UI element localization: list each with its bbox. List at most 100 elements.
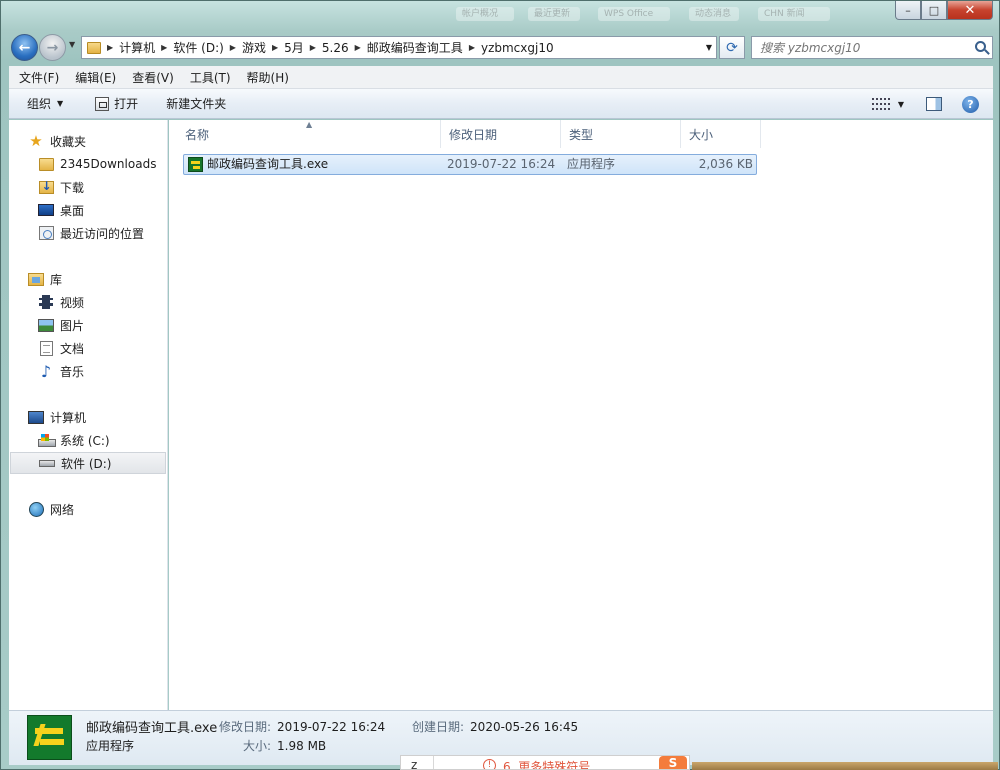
nav-item-drive-d[interactable]: 软件 (D:) xyxy=(10,452,166,474)
menu-edit[interactable]: 编辑(E) xyxy=(65,69,122,86)
nav-item-2345downloads[interactable]: 2345Downloads xyxy=(9,153,167,175)
china-post-app-icon xyxy=(27,715,72,760)
nav-label: 网络 xyxy=(50,502,75,517)
nav-label: 2345Downloads xyxy=(60,157,157,171)
breadcrumb-games[interactable]: 游戏 xyxy=(242,39,266,56)
details-size: 大小: 1.98 MB xyxy=(243,737,326,754)
nav-item-desktop[interactable]: 桌面 xyxy=(9,199,167,221)
nav-computer[interactable]: 计算机 xyxy=(9,406,167,428)
breadcrumb-computer[interactable]: 计算机 xyxy=(119,39,155,56)
forward-button[interactable]: → xyxy=(39,34,66,61)
help-icon[interactable]: ? xyxy=(962,95,979,113)
chevron-right-icon[interactable]: ▶ xyxy=(469,43,475,52)
refresh-icon: ⟳ xyxy=(726,39,738,56)
open-button[interactable]: 打开 xyxy=(95,95,138,112)
breadcrumb-postcode-tool[interactable]: 邮政编码查询工具 xyxy=(367,39,463,56)
background-tab: 帐户概况 xyxy=(456,7,514,21)
popup-more-symbols[interactable]: 6. 更多特殊符号 xyxy=(503,758,590,769)
file-name: 邮政编码查询工具.exe xyxy=(207,157,329,171)
nav-item-documents[interactable]: 文档 xyxy=(9,337,167,359)
breadcrumb-may[interactable]: 5月 xyxy=(284,39,304,56)
chevron-down-icon: ▼ xyxy=(57,99,64,108)
document-icon xyxy=(38,340,54,356)
nav-item-downloads[interactable]: 下载 xyxy=(9,176,167,198)
menu-tools[interactable]: 工具(T) xyxy=(180,69,237,86)
navigation-row: ← → ▼ ▶ 计算机 ▶ 软件 (D:) ▶ 游戏 ▶ 5月 ▶ 5.26 ▶… xyxy=(9,33,993,61)
breadcrumb-drive-d[interactable]: 软件 (D:) xyxy=(173,39,223,56)
nav-item-drive-c[interactable]: 系统 (C:) xyxy=(9,429,167,451)
breadcrumb-current-folder[interactable]: yzbmcxgj10 xyxy=(481,41,554,55)
download-folder-icon xyxy=(38,179,54,194)
menu-file[interactable]: 文件(F) xyxy=(9,69,65,86)
nav-label: 最近访问的位置 xyxy=(60,226,145,241)
nav-favorites[interactable]: ★ 收藏夹 xyxy=(9,130,167,152)
ime-popup[interactable]: z ! 6. 更多特殊符号 S xyxy=(400,755,690,770)
preview-pane-icon[interactable] xyxy=(926,97,942,111)
back-button[interactable]: ← xyxy=(11,34,38,61)
column-header-type[interactable]: 类型 xyxy=(561,120,681,148)
background-tab: 最近更新 xyxy=(528,7,580,21)
nav-network[interactable]: 网络 xyxy=(9,498,167,520)
recent-places-icon xyxy=(38,226,54,240)
background-tab: 动态消息 xyxy=(689,7,739,21)
close-button[interactable]: ✕ xyxy=(947,1,993,20)
nav-label: 计算机 xyxy=(50,410,87,425)
maximize-button[interactable]: □ xyxy=(921,1,947,20)
search-icon[interactable] xyxy=(975,41,986,52)
sogou-logo-icon: S xyxy=(659,756,687,769)
nav-item-videos[interactable]: 视频 xyxy=(9,291,167,313)
address-bar[interactable]: ▶ 计算机 ▶ 软件 (D:) ▶ 游戏 ▶ 5月 ▶ 5.26 ▶ 邮政编码查… xyxy=(81,36,717,59)
minimize-button[interactable]: – xyxy=(895,1,921,20)
file-row[interactable]: 邮政编码查询工具.exe 2019-07-22 16:24 应用程序 2,036… xyxy=(183,154,757,175)
nav-label: 视频 xyxy=(60,295,85,310)
picture-icon xyxy=(38,318,54,332)
chevron-right-icon[interactable]: ▶ xyxy=(107,43,113,52)
details-size-label: 大小: xyxy=(243,739,272,753)
change-view-icon[interactable] xyxy=(871,98,890,110)
address-history-dropdown[interactable]: ▼ xyxy=(706,43,712,52)
search-box[interactable] xyxy=(751,36,993,59)
chevron-right-icon[interactable]: ▶ xyxy=(230,43,236,52)
search-input[interactable] xyxy=(752,37,962,58)
column-header-size[interactable]: 大小 xyxy=(681,120,761,148)
chevron-right-icon[interactable]: ▶ xyxy=(355,43,361,52)
details-created: 创建日期: 2020-05-26 16:45 xyxy=(412,718,578,735)
column-header-name[interactable]: 名称 xyxy=(177,120,441,148)
explorer-window: 帐户概况 最近更新 WPS Office 动态消息 CHN 新闻 – □ ✕ ←… xyxy=(0,0,1000,770)
details-created-label: 创建日期: xyxy=(412,720,465,734)
title-bar: 帐户概况 最近更新 WPS Office 动态消息 CHN 新闻 – □ ✕ xyxy=(1,1,999,31)
system-drive-icon xyxy=(38,433,56,447)
popup-input: z xyxy=(411,758,418,770)
new-folder-button[interactable]: 新建文件夹 xyxy=(166,95,226,112)
chevron-right-icon[interactable]: ▶ xyxy=(310,43,316,52)
star-icon: ★ xyxy=(29,132,43,150)
file-size: 2,036 KB xyxy=(698,157,753,171)
nav-item-pictures[interactable]: 图片 xyxy=(9,314,167,336)
nav-item-music[interactable]: ♪ 音乐 xyxy=(9,360,167,382)
chevron-right-icon[interactable]: ▶ xyxy=(272,43,278,52)
command-bar: 组织 ▼ 打开 新建文件夹 ▼ ? xyxy=(9,89,993,119)
details-modified: 修改日期: 2019-07-22 16:24 xyxy=(219,718,385,735)
organize-button[interactable]: 组织 ▼ xyxy=(27,95,63,112)
column-header-modified[interactable]: 修改日期 xyxy=(441,120,561,148)
folder-icon xyxy=(38,157,54,171)
menu-help[interactable]: 帮助(H) xyxy=(237,69,295,86)
nav-label: 收藏夹 xyxy=(50,134,87,149)
new-folder-label: 新建文件夹 xyxy=(166,97,227,111)
nav-item-recent-places[interactable]: 最近访问的位置 xyxy=(9,222,167,244)
menu-view[interactable]: 查看(V) xyxy=(122,69,180,86)
chevron-right-icon[interactable]: ▶ xyxy=(161,43,167,52)
organize-label: 组织 xyxy=(27,97,52,111)
open-label: 打开 xyxy=(114,97,139,111)
network-icon xyxy=(28,501,44,517)
refresh-button[interactable]: ⟳ xyxy=(719,36,745,59)
view-options-dropdown[interactable]: ▼ xyxy=(898,100,904,109)
desktop-icon xyxy=(38,203,54,217)
breadcrumb-5-26[interactable]: 5.26 xyxy=(322,41,349,55)
recent-pages-dropdown[interactable]: ▼ xyxy=(69,40,75,49)
nav-libraries[interactable]: 库 xyxy=(9,268,167,290)
info-icon: ! xyxy=(483,759,496,769)
nav-label: 软件 (D:) xyxy=(61,456,112,471)
nav-label: 音乐 xyxy=(60,364,85,379)
menu-bar: 文件(F) 编辑(E) 查看(V) 工具(T) 帮助(H) xyxy=(9,66,993,89)
